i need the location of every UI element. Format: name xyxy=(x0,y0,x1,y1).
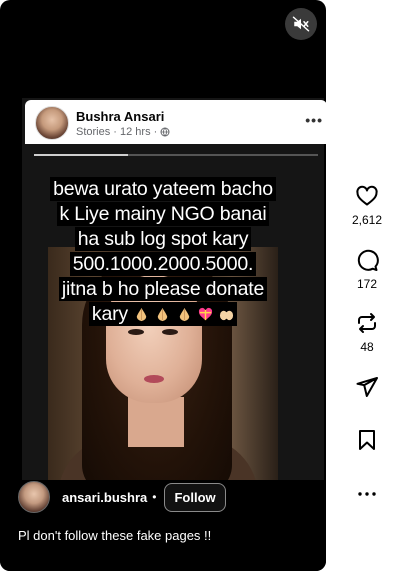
folded-hands-icon xyxy=(158,307,168,322)
repost-icon[interactable] xyxy=(355,311,379,335)
bookmark-icon[interactable] xyxy=(355,428,379,452)
overlay-line: ha sub log spot kary xyxy=(74,227,252,251)
overlay-line-text: kary xyxy=(91,303,128,325)
story-author-name: Bushra Ansari xyxy=(76,109,165,124)
mute-button[interactable] xyxy=(285,8,317,40)
folded-hands-icon xyxy=(179,307,189,322)
story-progress-fill xyxy=(34,154,128,156)
more-icon[interactable] xyxy=(355,482,379,506)
overlay-line: k Liye mainy NGO banai xyxy=(56,202,270,226)
story-header: Bushra Ansari Stories · 12 hrs · ••• xyxy=(25,100,326,144)
comment-count: 172 xyxy=(356,277,378,291)
more-options-action[interactable] xyxy=(342,482,392,506)
heart-gift-icon xyxy=(198,307,212,321)
repost-action[interactable]: 48 xyxy=(342,311,392,354)
mute-icon xyxy=(292,16,310,32)
story-progress-bar xyxy=(34,154,318,156)
repost-count: 48 xyxy=(360,340,374,354)
overlay-line: bewa urato yateem bacho xyxy=(50,177,276,201)
overlay-line: jitna b ho please donate xyxy=(58,277,268,301)
story-meta: Stories · 12 hrs · xyxy=(76,126,170,138)
like-action[interactable]: 2,612 xyxy=(342,184,392,227)
globe-icon xyxy=(160,127,170,137)
reel-footer: ansari.bushra • Follow Pl don't follow t… xyxy=(0,480,326,571)
author-row: ansari.bushra • Follow xyxy=(18,480,226,514)
story-overlay-text: bewa urato yateem bacho k Liye mainy NGO… xyxy=(0,177,326,327)
folded-hands-icon xyxy=(137,307,147,322)
reel-video[interactable]: Bushra Ansari Stories · 12 hrs · ••• bew… xyxy=(0,0,326,571)
story-author-avatar xyxy=(35,106,69,140)
comment-icon[interactable] xyxy=(355,248,379,272)
follow-button[interactable]: Follow xyxy=(164,482,226,512)
overlay-line: 500.1000.2000.5000. xyxy=(69,252,257,276)
overlay-line-with-emoji: kary xyxy=(88,302,238,326)
separator-dot: • xyxy=(152,490,157,504)
save-action[interactable] xyxy=(342,428,392,452)
author-username[interactable]: ansari.bushra xyxy=(62,490,147,505)
heart-icon[interactable] xyxy=(355,184,379,208)
story-meta-text: Stories · 12 hrs · xyxy=(76,126,158,138)
comment-action[interactable]: 172 xyxy=(342,248,392,291)
avatar[interactable] xyxy=(18,481,50,513)
open-hands-icon xyxy=(220,310,234,321)
more-icon: ••• xyxy=(305,112,323,128)
share-icon[interactable] xyxy=(355,375,379,399)
like-count: 2,612 xyxy=(351,213,383,227)
share-action[interactable] xyxy=(342,375,392,399)
post-caption: Pl don't follow these fake pages !! xyxy=(18,528,212,543)
